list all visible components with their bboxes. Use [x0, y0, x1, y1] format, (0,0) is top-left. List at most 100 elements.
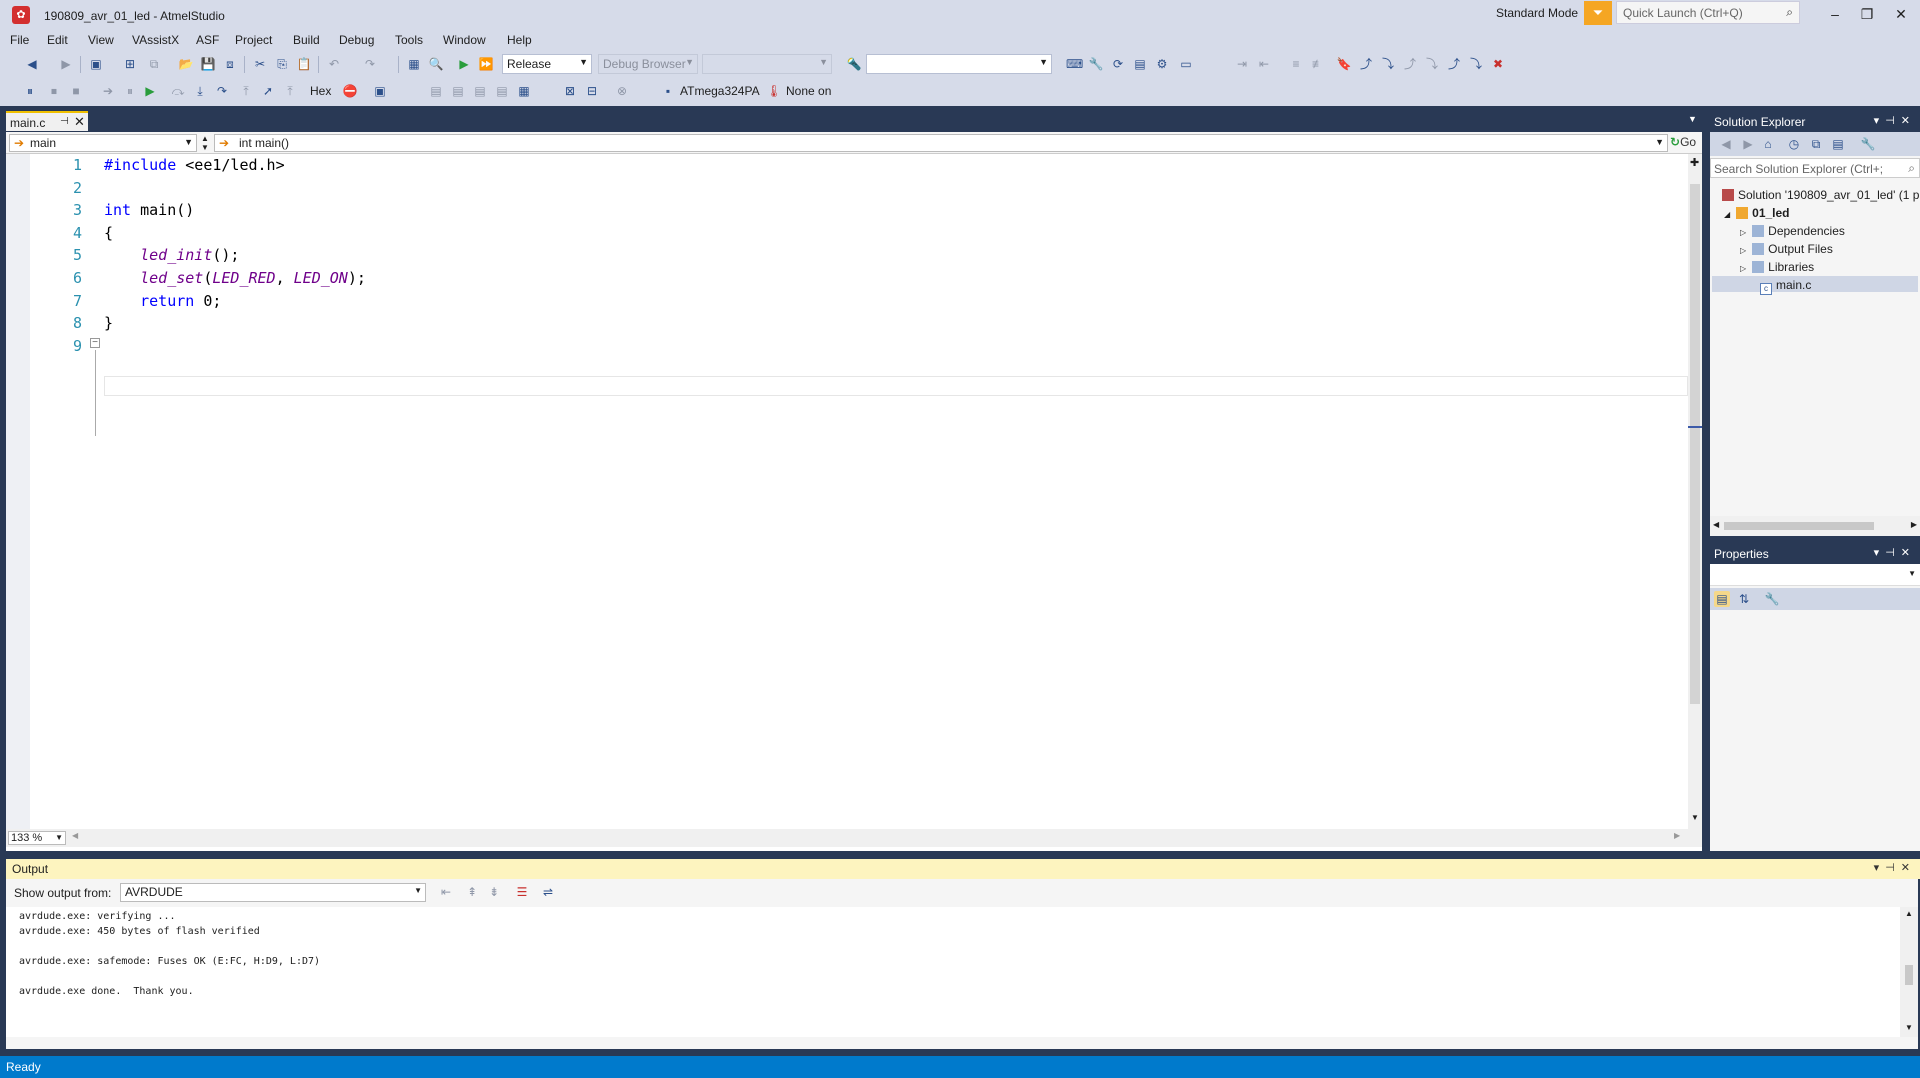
maximize-button[interactable]: ❐: [1852, 4, 1882, 24]
menu-project[interactable]: Project: [235, 33, 272, 47]
properties-object-select[interactable]: ▼: [1710, 564, 1920, 586]
run-to-cursor-icon[interactable]: ➚: [260, 83, 276, 99]
memory-window-icon[interactable]: ▤: [472, 83, 488, 99]
add-item-icon[interactable]: ⊞: [122, 56, 138, 72]
code-area[interactable]: [30, 154, 1688, 829]
tree-file-main-c[interactable]: c main.c: [1760, 278, 1811, 295]
property-pages-icon[interactable]: 🔧: [1764, 591, 1780, 607]
next-bookmark-folder-icon[interactable]: ⤵: [1424, 56, 1440, 72]
menu-file[interactable]: File: [10, 33, 29, 47]
scroll-left-icon[interactable]: ◀: [1713, 520, 1719, 529]
reload-icon[interactable]: ⟳: [1110, 56, 1126, 72]
indent-icon[interactable]: ⇥: [1234, 56, 1250, 72]
close-tab-icon[interactable]: ✕: [74, 114, 85, 130]
erase-device-icon[interactable]: ⊟: [584, 83, 600, 99]
clear-all-icon[interactable]: ☰: [514, 884, 530, 900]
step-out-icon[interactable]: ⤒: [238, 83, 254, 99]
scroll-thumb[interactable]: [1905, 965, 1913, 985]
copy-icon[interactable]: ⎘: [274, 56, 290, 72]
zoom-select[interactable]: 133 % ▼: [8, 831, 66, 845]
cut-icon[interactable]: ✂: [252, 56, 268, 72]
horizontal-scrollbar[interactable]: ◀ ▶: [1710, 516, 1920, 536]
collapse-icon[interactable]: −: [90, 338, 100, 348]
platform-select[interactable]: ▼: [702, 54, 832, 74]
quick-launch-input[interactable]: Quick Launch (Ctrl+Q) ⌕: [1616, 1, 1800, 24]
search-icon[interactable]: ⌕: [1786, 5, 1793, 20]
window-layout-icon[interactable]: ▭: [1178, 56, 1194, 72]
prev-message-icon[interactable]: ⇞: [464, 884, 480, 900]
back-icon[interactable]: ◀: [24, 56, 40, 72]
panel-controls[interactable]: ▾⊣✕: [1874, 114, 1916, 127]
wrench-icon[interactable]: 🔧: [1088, 56, 1104, 72]
new-project-icon[interactable]: ▣: [88, 56, 104, 72]
scroll-left-icon[interactable]: ◀: [72, 831, 78, 840]
mode-filter-icon[interactable]: ⏷: [1584, 1, 1612, 25]
step-over-disabled-icon[interactable]: ⤼: [170, 83, 186, 99]
alphabetical-icon[interactable]: ⇅: [1736, 591, 1752, 607]
minimize-button[interactable]: –: [1820, 4, 1850, 24]
paste-icon[interactable]: 📋: [296, 56, 312, 72]
redo-icon[interactable]: ↷: [362, 56, 378, 72]
menu-asf[interactable]: ASF: [196, 33, 219, 47]
find-in-files-icon[interactable]: 🔦: [846, 56, 862, 72]
pin-icon[interactable]: ⊣: [60, 116, 69, 127]
panel-controls[interactable]: ▾⊣✕: [1874, 546, 1916, 559]
menu-tools[interactable]: Tools: [395, 33, 423, 47]
menu-view[interactable]: View: [88, 33, 114, 47]
scroll-thumb[interactable]: [1724, 522, 1874, 530]
close-button[interactable]: ✕: [1886, 4, 1916, 24]
prev-bookmark-icon[interactable]: ⤴: [1358, 56, 1374, 72]
outdent-icon[interactable]: ⇤: [1256, 56, 1272, 72]
tree-libraries[interactable]: ▷ Libraries: [1740, 260, 1814, 274]
step-over-icon[interactable]: ↷: [214, 83, 230, 99]
back-icon[interactable]: ◀: [1718, 136, 1734, 152]
tab-main-c[interactable]: main.c ⊣ ✕: [6, 111, 88, 131]
device-chip-icon[interactable]: ▪: [660, 83, 676, 99]
continue-icon[interactable]: ▶: [142, 83, 158, 99]
save-all-icon[interactable]: ⧈: [222, 56, 238, 72]
collapse-all-icon[interactable]: ⧉: [1808, 136, 1824, 152]
prev-bookmark-folder-icon[interactable]: ⤴: [1402, 56, 1418, 72]
output-source-select[interactable]: AVRDUDE ▼: [120, 883, 426, 902]
menu-window[interactable]: Window: [443, 33, 486, 47]
solution-config-icon[interactable]: ▦: [406, 56, 422, 72]
symbol-select[interactable]: ➔ int main() ▼: [214, 134, 1668, 152]
registers-icon[interactable]: ▤: [450, 83, 466, 99]
debug-browser-select[interactable]: Debug Browser ▼: [598, 54, 698, 74]
forward-icon[interactable]: ▶: [58, 56, 74, 72]
next-bookmark-icon[interactable]: ⤵: [1380, 56, 1396, 72]
find-message-icon[interactable]: ⇤: [438, 884, 454, 900]
start-debugging-icon[interactable]: ▶: [456, 56, 472, 72]
scroll-up-icon[interactable]: ▲: [1905, 909, 1913, 918]
vertical-scrollbar[interactable]: ✚ ▼: [1688, 154, 1702, 829]
program-device-icon[interactable]: ⊠: [562, 83, 578, 99]
add-existing-icon[interactable]: ⧉: [146, 56, 162, 72]
memory-icon[interactable]: ▤: [1132, 56, 1148, 72]
menu-vassistx[interactable]: VAssistX: [132, 33, 179, 47]
context-select[interactable]: ➔ main ▼: [9, 134, 197, 152]
comment-icon[interactable]: ≡: [1288, 56, 1304, 72]
menu-help[interactable]: Help: [507, 33, 532, 47]
forward-icon[interactable]: ▶: [1740, 136, 1756, 152]
properties-wrench-icon[interactable]: 🔧: [1860, 136, 1876, 152]
show-next-statement-icon[interactable]: ➔: [100, 83, 116, 99]
io-view-icon[interactable]: ▤: [494, 83, 510, 99]
word-wrap-icon[interactable]: ⇌: [540, 884, 556, 900]
start-without-debugging-icon[interactable]: ⏩: [478, 56, 494, 72]
hex-toggle[interactable]: Hex: [310, 84, 331, 98]
scroll-right-icon[interactable]: ▶: [1911, 520, 1917, 529]
device-name[interactable]: ATmega324PA: [680, 84, 760, 98]
tool-name[interactable]: None on: [786, 84, 831, 98]
show-all-files-icon[interactable]: ▤: [1830, 136, 1846, 152]
scroll-down-icon[interactable]: ▼: [1905, 1023, 1913, 1032]
next-bookmark-doc-icon[interactable]: ⤵: [1468, 56, 1484, 72]
pause-icon[interactable]: ⏸: [122, 83, 138, 99]
scroll-thumb[interactable]: [1690, 184, 1700, 704]
tree-dependencies[interactable]: ▷ Dependencies: [1740, 224, 1845, 238]
output-text[interactable]: avrdude.exe: verifying ... avrdude.exe: …: [6, 907, 1900, 1037]
tree-solution[interactable]: Solution '190809_avr_01_led' (1 p: [1722, 188, 1919, 202]
uncomment-icon[interactable]: ≢: [1310, 56, 1326, 72]
scroll-down-icon[interactable]: ▼: [1691, 813, 1699, 822]
next-message-icon[interactable]: ⇟: [486, 884, 502, 900]
stop-icon[interactable]: ⏹: [46, 83, 62, 99]
